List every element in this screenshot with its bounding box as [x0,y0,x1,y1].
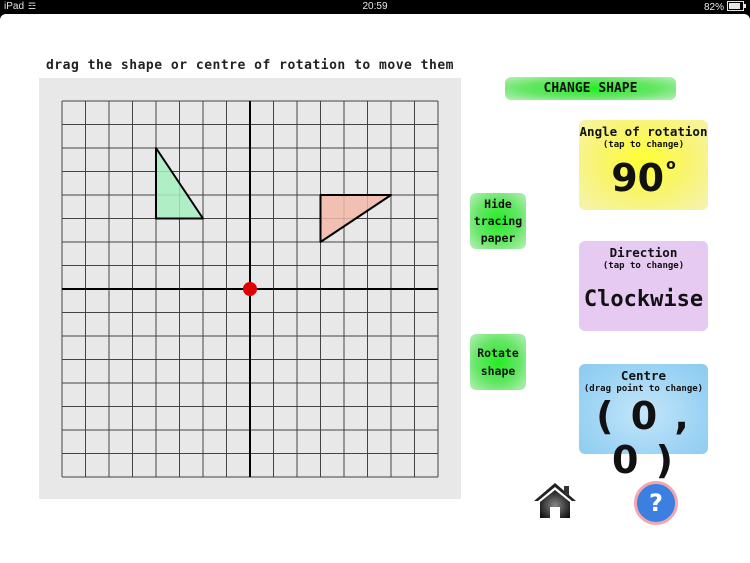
rotate-shape-line-2: shape [480,364,516,378]
battery-status: 82% [703,1,746,13]
direction-title: Direction [609,245,678,260]
rotate-shape-line-1: Rotate [477,346,519,360]
help-button[interactable]: ? [634,481,678,525]
centre-title: Centre [620,368,667,383]
home-icon [534,483,576,518]
coordinate-grid[interactable] [39,78,461,499]
angle-value: 90 o [579,156,708,200]
direction-value: Clockwise [583,287,704,312]
centre-value: ( 0 , 0 ) [596,394,691,482]
hide-tracing-line-2: tracing [473,214,523,228]
change-shape-button[interactable]: CHANGE SHAPE [505,77,676,100]
angle-of-rotation-card[interactable]: Angle of rotation (tap to change) 90 o [579,120,708,210]
home-button[interactable] [531,480,579,520]
angle-subtitle: (tap to change) [602,140,685,150]
direction-subtitle: (tap to change) [602,261,685,271]
hide-tracing-line-3: paper [480,231,516,245]
clock: 20:59 [362,1,388,12]
centre-subtitle: (drag point to change) [583,384,704,394]
rotate-shape-button[interactable]: Rotate shape [470,334,526,390]
hide-tracing-paper-button[interactable]: Hide tracing paper [470,193,526,249]
degree-symbol: o [666,157,676,173]
app-screen: drag the shape or centre of rotation to … [0,14,750,563]
angle-title: Angle of rotation [579,124,708,139]
centre-card: Centre (drag point to change) ( 0 , 0 ) [579,364,708,482]
angle-number: 90 [611,156,665,200]
instruction-text: drag the shape or centre of rotation to … [45,58,454,73]
battery-icon [727,1,746,11]
centre-of-rotation-point[interactable] [243,282,257,296]
hide-tracing-line-1: Hide [484,197,512,211]
battery-percent: 82% [703,2,724,13]
direction-card[interactable]: Direction (tap to change) Clockwise [579,241,708,331]
status-bar: iPad ☲ 20:59 82% [0,0,750,14]
grid-panel [39,78,461,499]
